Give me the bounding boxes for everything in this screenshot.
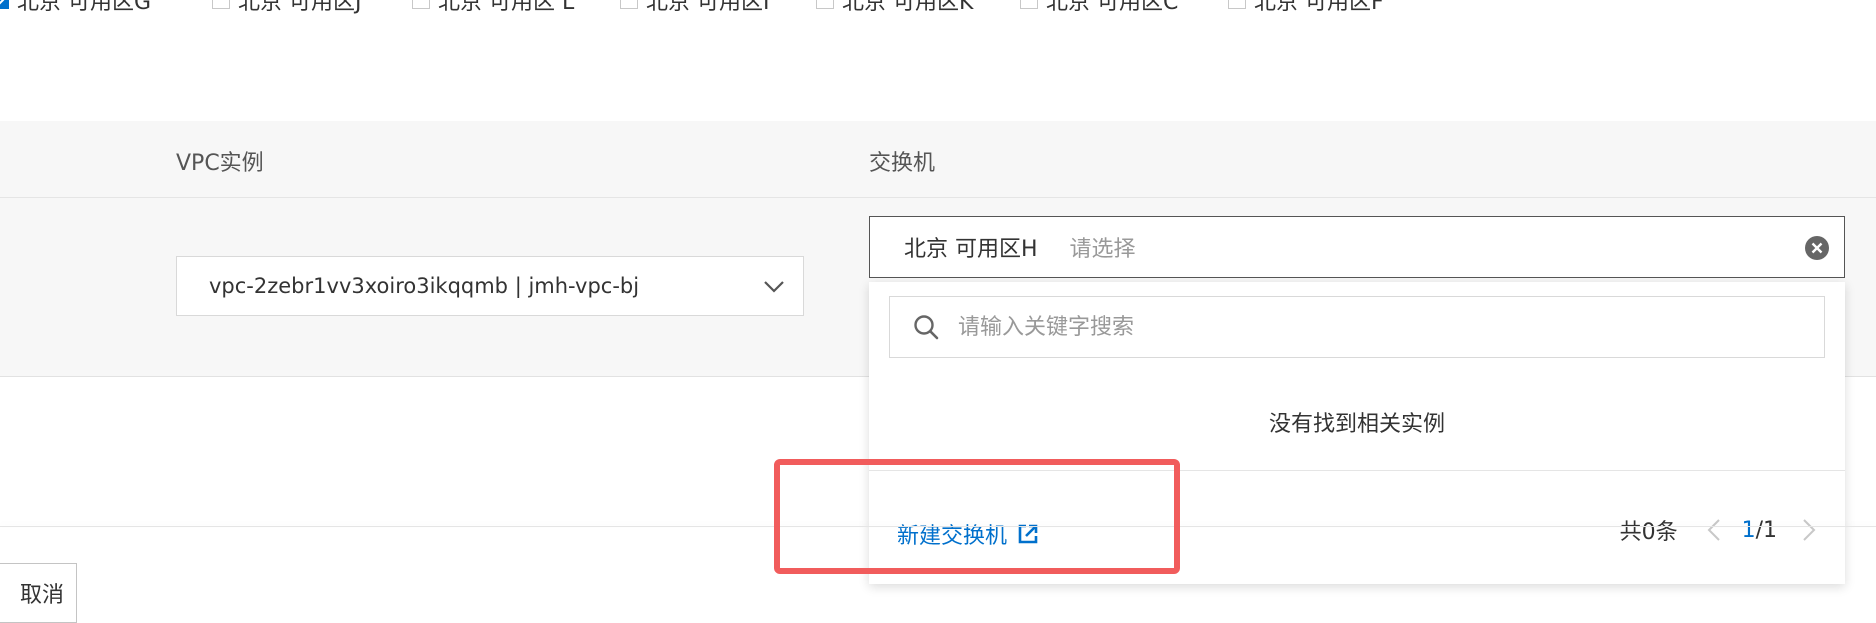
cancel-button-label: 取消 — [19, 583, 64, 608]
chevron-right-icon[interactable] — [1801, 517, 1817, 543]
checkbox-checked-icon[interactable] — [0, 0, 9, 9]
checkbox-icon[interactable] — [1228, 0, 1246, 9]
pagination: 共0条 1/1 — [1620, 514, 1817, 546]
column-header-switch: 交换机 — [869, 151, 936, 176]
divider — [869, 470, 1845, 471]
footer-divider — [0, 526, 1876, 527]
zone-label: 北京 可用区 L — [438, 0, 575, 15]
search-input[interactable] — [956, 313, 1780, 341]
vswitch-placeholder: 请选择 — [1069, 237, 1136, 262]
zone-label: 北京 可用区K — [842, 0, 974, 15]
vswitch-dropdown: 没有找到相关实例 新建交换机 共0条 1/1 — [869, 282, 1845, 584]
zone-checkbox-i[interactable]: 北京 可用区I — [620, 0, 769, 16]
cancel-button[interactable]: 取消 — [0, 563, 77, 623]
zone-label: 北京 可用区I — [646, 0, 770, 15]
dropdown-search[interactable] — [889, 296, 1825, 358]
chevron-left-icon[interactable] — [1706, 517, 1722, 543]
zone-checkbox-g[interactable]: 北京 可用区G — [0, 0, 151, 16]
zone-label: 北京 可用区J — [238, 0, 362, 15]
total-count: 共0条 — [1619, 520, 1678, 545]
checkbox-icon[interactable] — [816, 0, 834, 9]
zone-checkbox-k[interactable]: 北京 可用区K — [816, 0, 973, 16]
vswitch-zone-prefix: 北京 可用区H — [904, 237, 1038, 262]
column-header-vpc: VPC实例 — [176, 151, 264, 176]
empty-state-text: 没有找到相关实例 — [1268, 412, 1445, 437]
create-vswitch-link[interactable]: 新建交换机 — [897, 518, 1039, 550]
page-current: 1 — [1741, 517, 1756, 543]
zone-checkbox-l[interactable]: 北京 可用区 L — [412, 0, 574, 16]
zone-checkbox-f[interactable]: 北京 可用区F — [1228, 0, 1384, 16]
zone-checkbox-j[interactable]: 北京 可用区J — [212, 0, 361, 16]
zone-checkbox-c[interactable]: 北京 可用区C — [1020, 0, 1178, 16]
search-icon — [914, 315, 939, 340]
clear-circle-icon[interactable] — [1804, 235, 1830, 261]
page-total: /1 — [1755, 517, 1777, 543]
checkbox-icon[interactable] — [412, 0, 430, 9]
checkbox-icon[interactable] — [212, 0, 230, 9]
vpc-select[interactable]: vpc-2zebr1vv3xoiro3ikqqmb | jmh-vpc-bj — [176, 256, 804, 316]
zone-label: 北京 可用区F — [1254, 0, 1384, 15]
chevron-down-icon[interactable] — [763, 275, 785, 297]
zone-label: 北京 可用区C — [1046, 0, 1179, 15]
checkbox-icon[interactable] — [620, 0, 638, 9]
table-header: VPC实例 交换机 — [0, 121, 1876, 198]
create-vswitch-label: 新建交换机 — [897, 524, 1008, 549]
vpc-select-value: vpc-2zebr1vv3xoiro3ikqqmb | jmh-vpc-bj — [209, 274, 640, 298]
checkbox-icon[interactable] — [1020, 0, 1038, 9]
vswitch-select[interactable]: 北京 可用区H 请选择 — [869, 216, 1845, 278]
zone-label: 北京 可用区G — [17, 0, 152, 15]
